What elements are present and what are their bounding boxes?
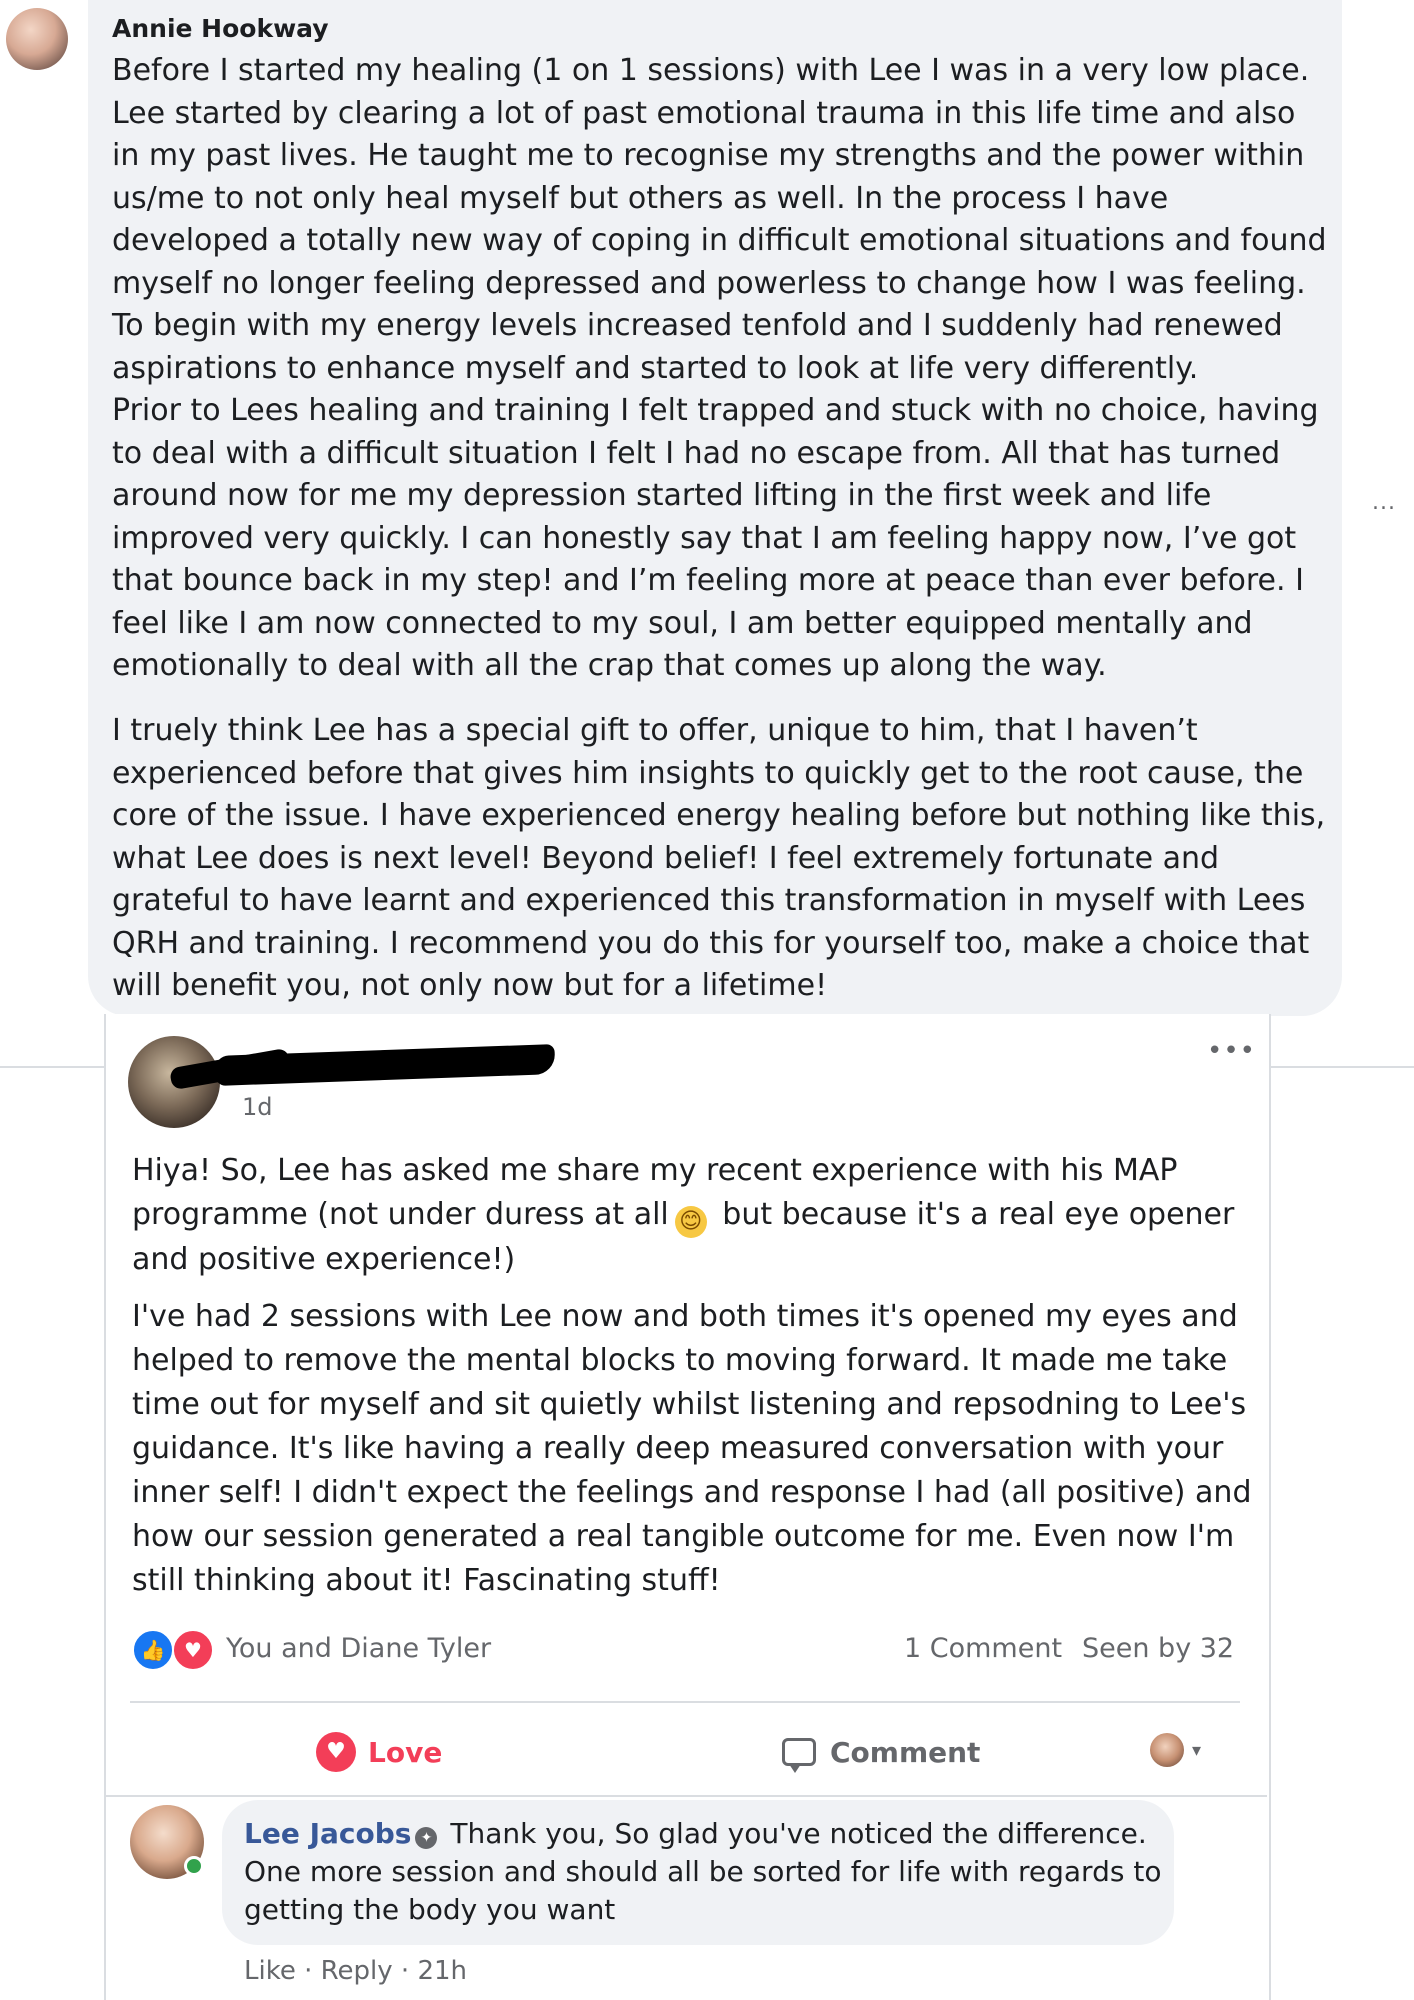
current-user-avatar <box>1150 1733 1184 1767</box>
feed-divider-right <box>1267 1066 1414 1068</box>
smile-emoji-icon: 😊 <box>674 1206 707 1238</box>
comment-button-label: Comment <box>830 1735 981 1769</box>
reply-timestamp[interactable]: 21h <box>417 1956 467 1986</box>
top-comment-author[interactable]: Annie Hookway <box>112 14 329 43</box>
post-more-icon[interactable]: ••• <box>1207 1036 1256 1066</box>
reply-actions: Like · Reply · 21h <box>244 1956 467 1986</box>
feed-divider-left <box>0 1066 104 1068</box>
separator: · <box>392 1956 418 1986</box>
love-reaction-icon[interactable]: ♥ <box>172 1629 214 1671</box>
top-comment-paragraph-2: I truely think Lee has a special gift to… <box>112 713 1326 1003</box>
separator: · <box>295 1956 321 1986</box>
badge-icon: ✦ <box>415 1827 438 1849</box>
online-status-icon <box>184 1856 204 1876</box>
top-comment-more-icon[interactable]: ... <box>1372 490 1396 515</box>
reply-like-link[interactable]: Like <box>244 1956 296 1986</box>
comments-divider <box>106 1795 1267 1797</box>
chevron-down-icon: ▾ <box>1192 1739 1202 1761</box>
reply-text: Lee Jacobs ✦ Thank you, So glad you've no… <box>244 1815 1174 1929</box>
seen-by-count[interactable]: Seen by 32 <box>1082 1633 1234 1664</box>
comment-button[interactable]: Comment <box>782 1728 980 1776</box>
reply-reply-link[interactable]: Reply <box>321 1956 393 1986</box>
top-comment-paragraph-1: Before I started my healing (1 on 1 sess… <box>112 53 1327 683</box>
reply-author[interactable]: Lee Jacobs <box>244 1817 411 1850</box>
reaction-names[interactable]: You and Diane Tyler <box>226 1633 491 1664</box>
like-reaction-icon[interactable]: 👍 <box>132 1629 174 1671</box>
love-button-label: Love <box>368 1735 443 1769</box>
heart-icon: ♥ <box>316 1732 356 1772</box>
post-timestamp[interactable]: 1d <box>242 1093 273 1121</box>
annie-avatar[interactable] <box>6 8 68 70</box>
reaction-identity-selector[interactable]: ▾ <box>1150 1733 1201 1767</box>
post-paragraph-2: I've had 2 sessions with Lee now and bot… <box>132 1299 1252 1598</box>
post-paragraph-1: Hiya! So, Lee has asked me share my rece… <box>132 1149 1252 1282</box>
actions-divider <box>130 1701 1240 1703</box>
comment-bubble-icon <box>782 1738 816 1773</box>
love-button[interactable]: ♥ Love <box>316 1728 442 1776</box>
comment-count[interactable]: 1 Comment <box>904 1633 1062 1664</box>
